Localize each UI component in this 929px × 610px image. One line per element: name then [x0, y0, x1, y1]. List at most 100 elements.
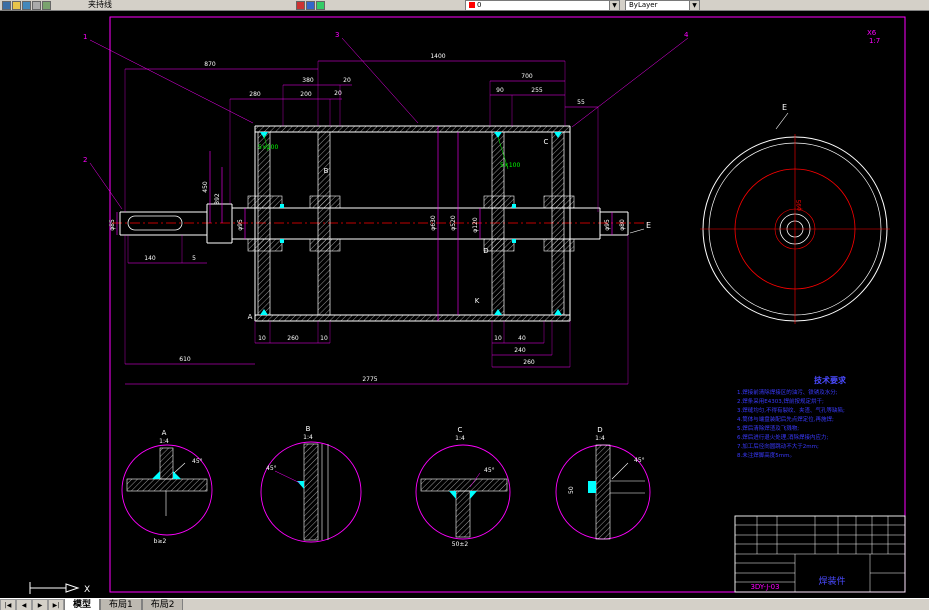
detail-b-scale: 1:4	[303, 434, 313, 441]
paste-icon[interactable]	[316, 1, 325, 10]
save-icon[interactable]	[22, 1, 31, 10]
dim-90: 90	[496, 87, 504, 94]
chevron-down-icon[interactable]: ▼	[609, 1, 619, 10]
preview-icon[interactable]	[42, 1, 51, 10]
end-view-dia: φ95	[796, 199, 803, 211]
detail-d-scale: 1:4	[595, 435, 605, 442]
layer-color-chip	[469, 2, 475, 8]
disc-3	[491, 131, 505, 316]
hubs	[247, 195, 575, 252]
weld-callout-1: 5×100	[258, 144, 278, 151]
note-line: 5.焊后清除焊渣及飞溅物;	[737, 424, 799, 432]
cut-icon[interactable]	[296, 1, 305, 10]
dim-dia80: φ80	[619, 219, 626, 231]
dim-260: 260	[287, 335, 299, 342]
dim-dia85: φ85	[109, 219, 116, 231]
tab-model[interactable]: 模型	[64, 599, 101, 610]
title-block: 焊装件 3DY-J-03	[734, 515, 906, 593]
dim-1400: 1400	[430, 53, 445, 60]
detail-c-scale: 1:4	[455, 435, 465, 442]
end-view-centerlines	[700, 134, 890, 324]
note-line: 4.筒体与端盘装配后先点焊定位,再施焊;	[737, 415, 834, 423]
print-icon[interactable]	[32, 1, 41, 10]
dim-dia95: φ95	[237, 219, 244, 231]
layer-combo-value: 0	[477, 1, 482, 9]
detail-a-note: b≥2	[154, 538, 167, 545]
copy-icon[interactable]	[306, 1, 315, 10]
tab-nav-next[interactable]: ▶	[32, 599, 48, 610]
dim-5: 5	[192, 255, 196, 262]
corner-note-1: X6	[867, 29, 877, 37]
note-line: 7.加工后径向圆跳动不大于2mm;	[737, 442, 819, 450]
note-line: 1.焊接前清除焊接区的油污、铁锈及水分;	[737, 388, 838, 396]
dim-dia120: φ120	[472, 217, 479, 233]
dim-10c: 10	[494, 335, 502, 342]
detail-c-note: 50±2	[452, 541, 469, 548]
weld-callouts: 5×100 5×100	[258, 134, 520, 170]
layout-tab-bar: |◀ ◀ ▶ ▶| 模型 布局1 布局2	[0, 598, 929, 610]
detail-d-dim: 50	[568, 486, 575, 494]
tab-layout2[interactable]: 布局2	[141, 599, 184, 610]
dim-2775: 2775	[362, 376, 377, 383]
shell-section-top	[254, 125, 571, 133]
section-e-top: E	[782, 103, 787, 112]
cad-drawing[interactable]: 870 1400 380 20 280 200 20 700 90 255 55…	[0, 11, 929, 598]
tab-layout1[interactable]: 布局1	[100, 599, 142, 610]
dim-10b: 10	[320, 335, 328, 342]
color-combo-value: ByLayer	[629, 1, 658, 9]
note-line: 8.未注焊脚高度5mm。	[737, 451, 795, 459]
drawing-number: 3DY-J-03	[750, 583, 779, 591]
toolbar-label: 夹持线	[88, 0, 112, 9]
dim-dia630: φ630	[430, 215, 437, 231]
disc-4	[551, 131, 565, 316]
letter-b: B	[324, 167, 329, 175]
section-e-labels: E E	[629, 103, 789, 234]
shell-section-bottom	[254, 314, 571, 322]
chevron-down-icon[interactable]: ▼	[689, 1, 699, 10]
new-file-icon[interactable]	[2, 1, 11, 10]
main-view	[112, 125, 648, 322]
corner-note: X6 1:7	[867, 29, 880, 45]
open-file-icon[interactable]	[12, 1, 21, 10]
note-line: 2.焊条采用E4303,焊前按规定烘干;	[737, 397, 824, 405]
dim-200: 200	[300, 91, 312, 98]
detail-b-label: B	[306, 425, 311, 433]
dim-380: 380	[302, 77, 314, 84]
detail-d-label: D	[597, 426, 602, 434]
top-toolbar: 夹持线 0 ▼ ByLayer ▼	[0, 0, 929, 11]
tab-nav-first[interactable]: |◀	[0, 599, 16, 610]
disc-1	[257, 131, 271, 316]
model-space-canvas[interactable]: 870 1400 380 20 280 200 20 700 90 255 55…	[0, 11, 929, 598]
corner-note-2: 1:7	[869, 37, 880, 45]
dim-55: 55	[577, 99, 585, 106]
disc-2	[317, 131, 331, 316]
dimension-lines: 870 1400 380 20 280 200 20 700 90 255 55…	[109, 53, 629, 385]
tab-nav-prev[interactable]: ◀	[16, 599, 32, 610]
dim-450: 450	[202, 181, 209, 193]
detail-view-a: A 1:4 45° b≥2	[121, 429, 213, 545]
detail-a-label: A	[162, 429, 167, 437]
dim-870: 870	[204, 61, 216, 68]
dim-40: 40	[518, 335, 526, 342]
dim-255: 255	[531, 87, 543, 94]
part-name: 焊装件	[818, 575, 845, 587]
notes-title: 技术要求	[814, 375, 847, 385]
layer-combo[interactable]: 0 ▼	[465, 0, 620, 11]
letter-k: K	[475, 297, 480, 305]
color-combo[interactable]: ByLayer ▼	[625, 0, 700, 11]
dim-260r: 260	[523, 359, 535, 366]
balloon-2: 2	[83, 156, 87, 164]
detail-view-c: C 1:4 45° 50±2	[415, 426, 511, 548]
dim-280: 280	[249, 91, 261, 98]
note-line: 3.焊缝均匀,不得有裂纹、夹渣、气孔等缺陷;	[737, 406, 845, 414]
note-line: 6.焊后进行退火处理,消除焊接内应力;	[737, 433, 828, 441]
dim-20a: 20	[343, 77, 351, 84]
end-view: φ95	[700, 134, 890, 324]
detail-view-d: D 1:4 45° 50	[555, 426, 651, 540]
dim-700: 700	[521, 73, 533, 80]
ucs-x-label: X	[84, 585, 90, 595]
detail-c-label: C	[458, 426, 463, 434]
dim-20b: 20	[334, 90, 342, 97]
detail-c-angle: 45°	[484, 467, 495, 474]
tab-nav-last[interactable]: ▶|	[48, 599, 64, 610]
